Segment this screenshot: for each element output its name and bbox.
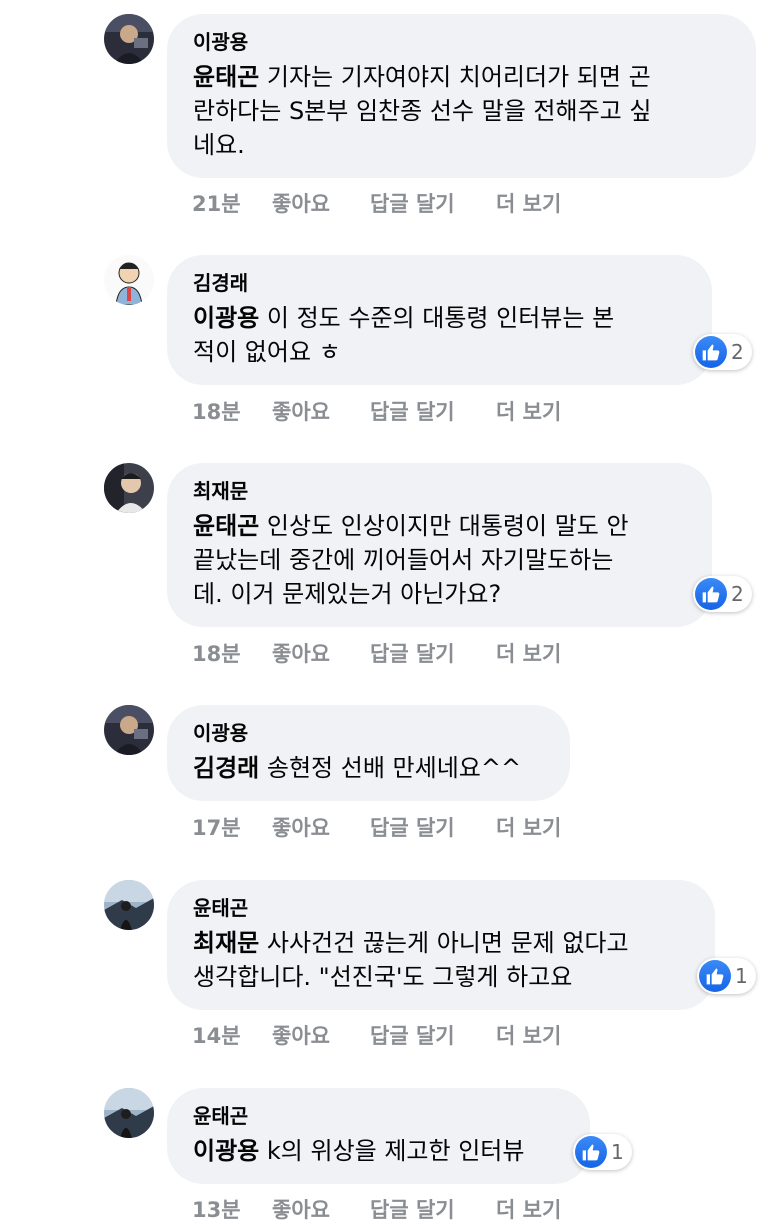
comment-time[interactable]: 18분 bbox=[192, 638, 272, 668]
profile-photo-icon bbox=[104, 14, 154, 64]
comment-time[interactable]: 21분 bbox=[192, 188, 272, 218]
reply-button[interactable]: 답글 달기 bbox=[370, 638, 496, 668]
thumbs-up-icon bbox=[695, 336, 727, 368]
comment-bubble: 김경래 이광용 이 정도 수준의 대통령 인터뷰는 본 적이 없어요 ㅎ bbox=[167, 255, 712, 385]
profile-photo-icon bbox=[104, 705, 154, 755]
thumbs-up-icon bbox=[575, 1136, 607, 1168]
comment-bubble: 이광용 윤태곤 기자는 기자여야지 치어리더가 되면 곤 란하다는 S본부 임찬… bbox=[167, 14, 756, 178]
comment-text: 최재문 사사건건 끊는게 아니면 문제 없다고 생각합니다. "선진국'도 그렇… bbox=[193, 929, 629, 991]
mention-link[interactable]: 이광용 bbox=[193, 304, 259, 332]
like-button[interactable]: 좋아요 bbox=[272, 1020, 370, 1050]
avatar[interactable] bbox=[104, 463, 154, 513]
comment-text: 윤태곤 인상도 인상이지만 대통령이 말도 안 끝났는데 중간에 끼어들어서 자… bbox=[193, 512, 629, 608]
comment-bubble: 이광용 김경래 송현정 선배 만세네요^^ bbox=[167, 705, 570, 801]
mention-link[interactable]: 윤태곤 bbox=[193, 512, 259, 540]
comment-bubble: 윤태곤 이광용 k의 위상을 제고한 인터뷰 bbox=[167, 1088, 590, 1184]
like-button[interactable]: 좋아요 bbox=[272, 1194, 370, 1224]
reply-button[interactable]: 답글 달기 bbox=[370, 396, 496, 426]
comment-bubble: 최재문 윤태곤 인상도 인상이지만 대통령이 말도 안 끝났는데 중간에 끼어들… bbox=[167, 463, 712, 627]
comment-time[interactable]: 17분 bbox=[192, 812, 272, 842]
comment-text: 윤태곤 기자는 기자여야지 치어리더가 되면 곤 란하다는 S본부 임찬종 선수… bbox=[193, 63, 652, 159]
comment-text: 이광용 이 정도 수준의 대통령 인터뷰는 본 적이 없어요 ㅎ bbox=[193, 304, 615, 366]
reaction-number: 1 bbox=[611, 1140, 624, 1164]
like-button[interactable]: 좋아요 bbox=[272, 812, 370, 842]
comment-author[interactable]: 김경래 bbox=[193, 269, 684, 297]
comment-bubble: 윤태곤 최재문 사사건건 끊는게 아니면 문제 없다고 생각합니다. "선진국'… bbox=[167, 880, 715, 1010]
comment-actions: 18분 좋아요 답글 달기 더 보기 bbox=[192, 638, 561, 668]
profile-photo-icon bbox=[104, 1088, 154, 1138]
reply-button[interactable]: 답글 달기 bbox=[370, 1020, 496, 1050]
comment-actions: 13분 좋아요 답글 달기 더 보기 bbox=[192, 1194, 561, 1224]
mention-link[interactable]: 이광용 bbox=[193, 1137, 259, 1165]
profile-photo-icon bbox=[104, 463, 154, 513]
like-button[interactable]: 좋아요 bbox=[272, 188, 370, 218]
avatar[interactable] bbox=[104, 1088, 154, 1138]
mention-link[interactable]: 윤태곤 bbox=[193, 63, 259, 91]
like-button[interactable]: 좋아요 bbox=[272, 396, 370, 426]
profile-photo-icon bbox=[104, 255, 154, 305]
comment-author[interactable]: 윤태곤 bbox=[193, 894, 687, 922]
avatar[interactable] bbox=[104, 14, 154, 64]
avatar[interactable] bbox=[104, 705, 154, 755]
like-button[interactable]: 좋아요 bbox=[272, 638, 370, 668]
avatar[interactable] bbox=[104, 880, 154, 930]
reaction-count[interactable]: 1 bbox=[697, 958, 756, 994]
comment-text: 이광용 k의 위상을 제고한 인터뷰 bbox=[193, 1137, 525, 1165]
comment-actions: 14분 좋아요 답글 달기 더 보기 bbox=[192, 1020, 561, 1050]
comment-author[interactable]: 이광용 bbox=[193, 719, 542, 747]
comment-actions: 21분 좋아요 답글 달기 더 보기 bbox=[192, 188, 561, 218]
profile-photo-icon bbox=[104, 880, 154, 930]
reaction-number: 2 bbox=[731, 340, 744, 364]
reaction-count[interactable]: 1 bbox=[573, 1134, 632, 1170]
thumbs-up-icon bbox=[695, 578, 727, 610]
comment-actions: 18분 좋아요 답글 달기 더 보기 bbox=[192, 396, 561, 426]
more-button[interactable]: 더 보기 bbox=[496, 1194, 561, 1224]
comment-time[interactable]: 13분 bbox=[192, 1194, 272, 1224]
more-button[interactable]: 더 보기 bbox=[496, 638, 561, 668]
comment-actions: 17분 좋아요 답글 달기 더 보기 bbox=[192, 812, 561, 842]
reaction-count[interactable]: 2 bbox=[693, 576, 752, 612]
comment-time[interactable]: 14분 bbox=[192, 1020, 272, 1050]
reaction-number: 1 bbox=[735, 964, 748, 988]
comment-author[interactable]: 최재문 bbox=[193, 477, 684, 505]
more-button[interactable]: 더 보기 bbox=[496, 188, 561, 218]
reply-button[interactable]: 답글 달기 bbox=[370, 188, 496, 218]
more-button[interactable]: 더 보기 bbox=[496, 812, 561, 842]
reply-button[interactable]: 답글 달기 bbox=[370, 1194, 496, 1224]
reply-button[interactable]: 답글 달기 bbox=[370, 812, 496, 842]
avatar[interactable] bbox=[104, 255, 154, 305]
more-button[interactable]: 더 보기 bbox=[496, 396, 561, 426]
comment-author[interactable]: 윤태곤 bbox=[193, 1102, 562, 1130]
reaction-count[interactable]: 2 bbox=[693, 334, 752, 370]
comment-author[interactable]: 이광용 bbox=[193, 28, 728, 56]
more-button[interactable]: 더 보기 bbox=[496, 1020, 561, 1050]
mention-link[interactable]: 김경래 bbox=[193, 754, 259, 782]
reaction-number: 2 bbox=[731, 582, 744, 606]
thumbs-up-icon bbox=[699, 960, 731, 992]
mention-link[interactable]: 최재문 bbox=[193, 929, 259, 957]
comment-text: 김경래 송현정 선배 만세네요^^ bbox=[193, 754, 522, 782]
comment-time[interactable]: 18분 bbox=[192, 396, 272, 426]
